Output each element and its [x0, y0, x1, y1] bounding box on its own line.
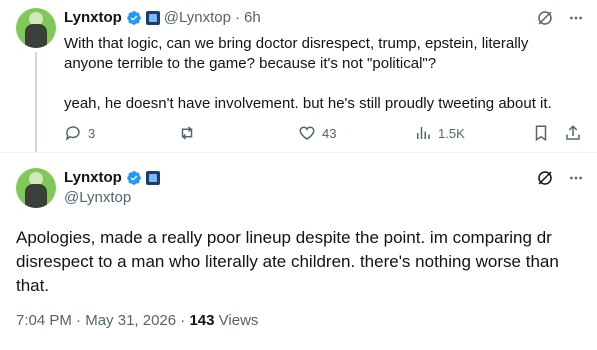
- reply-top-actions: [536, 9, 584, 27]
- text-line: anyone terrible to the game? because it'…: [64, 55, 437, 72]
- reply-author-row: Lynxtop @Lynxtop · 6h: [64, 9, 261, 26]
- reply-action-bar: 3 43 1.5K: [64, 124, 584, 144]
- repost-icon: [181, 126, 193, 140]
- verified-badge-icon: [126, 10, 141, 25]
- share-button[interactable]: [564, 124, 582, 142]
- like-button[interactable]: 43: [298, 124, 336, 142]
- repost-button[interactable]: [178, 124, 196, 142]
- view-count: 1.5K: [438, 125, 465, 141]
- main-author-name-row: Lynxtop: [64, 169, 160, 186]
- thread-line: [35, 52, 37, 152]
- heart-icon: [299, 126, 315, 140]
- text-line: disrespect to a man who literally ate ch…: [16, 252, 559, 271]
- views-label: Views: [218, 312, 259, 329]
- more-options-icon[interactable]: [568, 170, 584, 186]
- affiliate-badge-icon[interactable]: [145, 170, 160, 185]
- views-button[interactable]: 1.5K: [414, 124, 465, 142]
- grok-icon[interactable]: [536, 169, 554, 187]
- avatar[interactable]: [16, 8, 56, 48]
- divider: [0, 152, 597, 153]
- text-line: yeah, he doesn't have involvement. but h…: [64, 95, 552, 112]
- analytics-icon: [417, 127, 430, 139]
- more-options-icon[interactable]: [568, 10, 584, 26]
- main-tweet-text: Apologies, made a really poor lineup des…: [16, 226, 586, 298]
- text-line: Apologies, made a really poor lineup des…: [16, 228, 552, 247]
- text-line: that.: [16, 276, 50, 295]
- author-name[interactable]: Lynxtop: [64, 9, 122, 26]
- bookmark-button[interactable]: [532, 124, 550, 142]
- text-line: With that logic, can we bring doctor dis…: [64, 35, 529, 52]
- avatar[interactable]: [16, 168, 56, 208]
- separator-dot: ·: [235, 9, 240, 26]
- reply-icon: [65, 126, 80, 141]
- share-icon: [566, 125, 580, 140]
- bookmark-icon: [535, 125, 547, 142]
- tweet-metadata: 7:04 PM · May 31, 2026 · 143 Views: [16, 312, 258, 329]
- main-top-actions: [536, 169, 584, 187]
- separator-dot: ·: [180, 312, 186, 329]
- reply-button[interactable]: 3: [64, 124, 95, 142]
- main-author-handle-row: @Lynxtop: [64, 189, 131, 206]
- author-handle[interactable]: @Lynxtop: [64, 189, 131, 206]
- verified-badge-icon: [126, 170, 141, 185]
- tweet-time[interactable]: 7:04 PM: [16, 312, 72, 329]
- author-handle[interactable]: @Lynxtop: [164, 9, 231, 26]
- affiliate-badge-icon[interactable]: [145, 10, 160, 25]
- separator-dot: ·: [76, 312, 82, 329]
- reply-tweet-text: With that logic, can we bring doctor dis…: [64, 34, 589, 114]
- reply-count: 3: [88, 125, 96, 141]
- view-count: 143: [189, 312, 215, 329]
- like-count: 43: [322, 125, 337, 141]
- author-name[interactable]: Lynxtop: [64, 169, 122, 186]
- grok-icon[interactable]: [536, 9, 554, 27]
- timestamp[interactable]: 6h: [244, 9, 261, 26]
- tweet-date[interactable]: May 31, 2026: [85, 312, 176, 329]
